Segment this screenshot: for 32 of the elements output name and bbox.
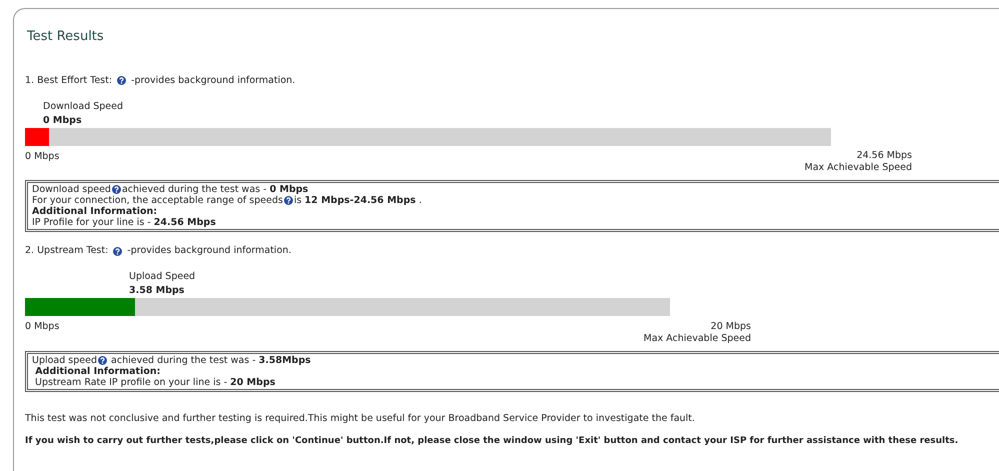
gauge-label: Download Speed	[43, 100, 124, 114]
heading-note: -provides background information.	[127, 244, 292, 258]
max-speed: 24.56 Mbps	[856, 150, 912, 162]
help-icon[interactable]	[113, 246, 122, 256]
gauge-value: 0 Mbps	[43, 114, 83, 128]
info-text: achieved during the test was - 3.58Mbps	[110, 354, 311, 366]
min-speed: 0 Mbps	[25, 150, 60, 164]
heading-note: -provides background information.	[131, 74, 296, 88]
info-text: For your connection, the acceptable range of speeds	[32, 195, 283, 206]
info-text: achieved during the test was - 0 Mbps	[122, 184, 308, 195]
page-title: Test Results	[27, 28, 105, 46]
info-text: Download speed	[32, 184, 111, 195]
test-heading: 1. Best Effort Test:	[25, 74, 112, 88]
gauge-label: Upload Speed	[129, 270, 196, 284]
info-text: IP Profile for your line is - 24.56 Mbps	[32, 217, 216, 228]
max-caption: Max Achievable Speed	[804, 162, 912, 174]
help-icon[interactable]	[112, 185, 121, 194]
gauge-value: 3.58 Mbps	[129, 284, 186, 298]
help-icon[interactable]	[98, 356, 108, 364]
result-note: This test was not conclusive and further testing is required.This might be useful for your Broadband Service Provider to investigate the fault.	[25, 412, 696, 426]
info-heading: Additional Information:	[34, 366, 160, 376]
info-text: is 12 Mbps-24.56 Mbps .	[294, 195, 422, 206]
info-text: Upstream Rate IP profile on your line is - 20 Mbps	[34, 376, 276, 388]
test-heading: 2. Upstream Test:	[25, 244, 108, 258]
min-speed: 0 Mbps	[25, 320, 60, 334]
max-caption: Max Achievable Speed	[644, 332, 751, 344]
instruction-text: If you wish to carry out further tests,please click on 'Continue' button.If not, please close the window using 'Exit' button and contact your ISP for further assistance with these results.	[25, 434, 960, 448]
help-icon[interactable]	[284, 196, 293, 205]
info-text: Upload speed	[32, 354, 98, 366]
info-heading: Additional Information:	[32, 206, 158, 217]
help-icon[interactable]	[117, 76, 126, 86]
max-speed: 20 Mbps	[710, 320, 751, 332]
